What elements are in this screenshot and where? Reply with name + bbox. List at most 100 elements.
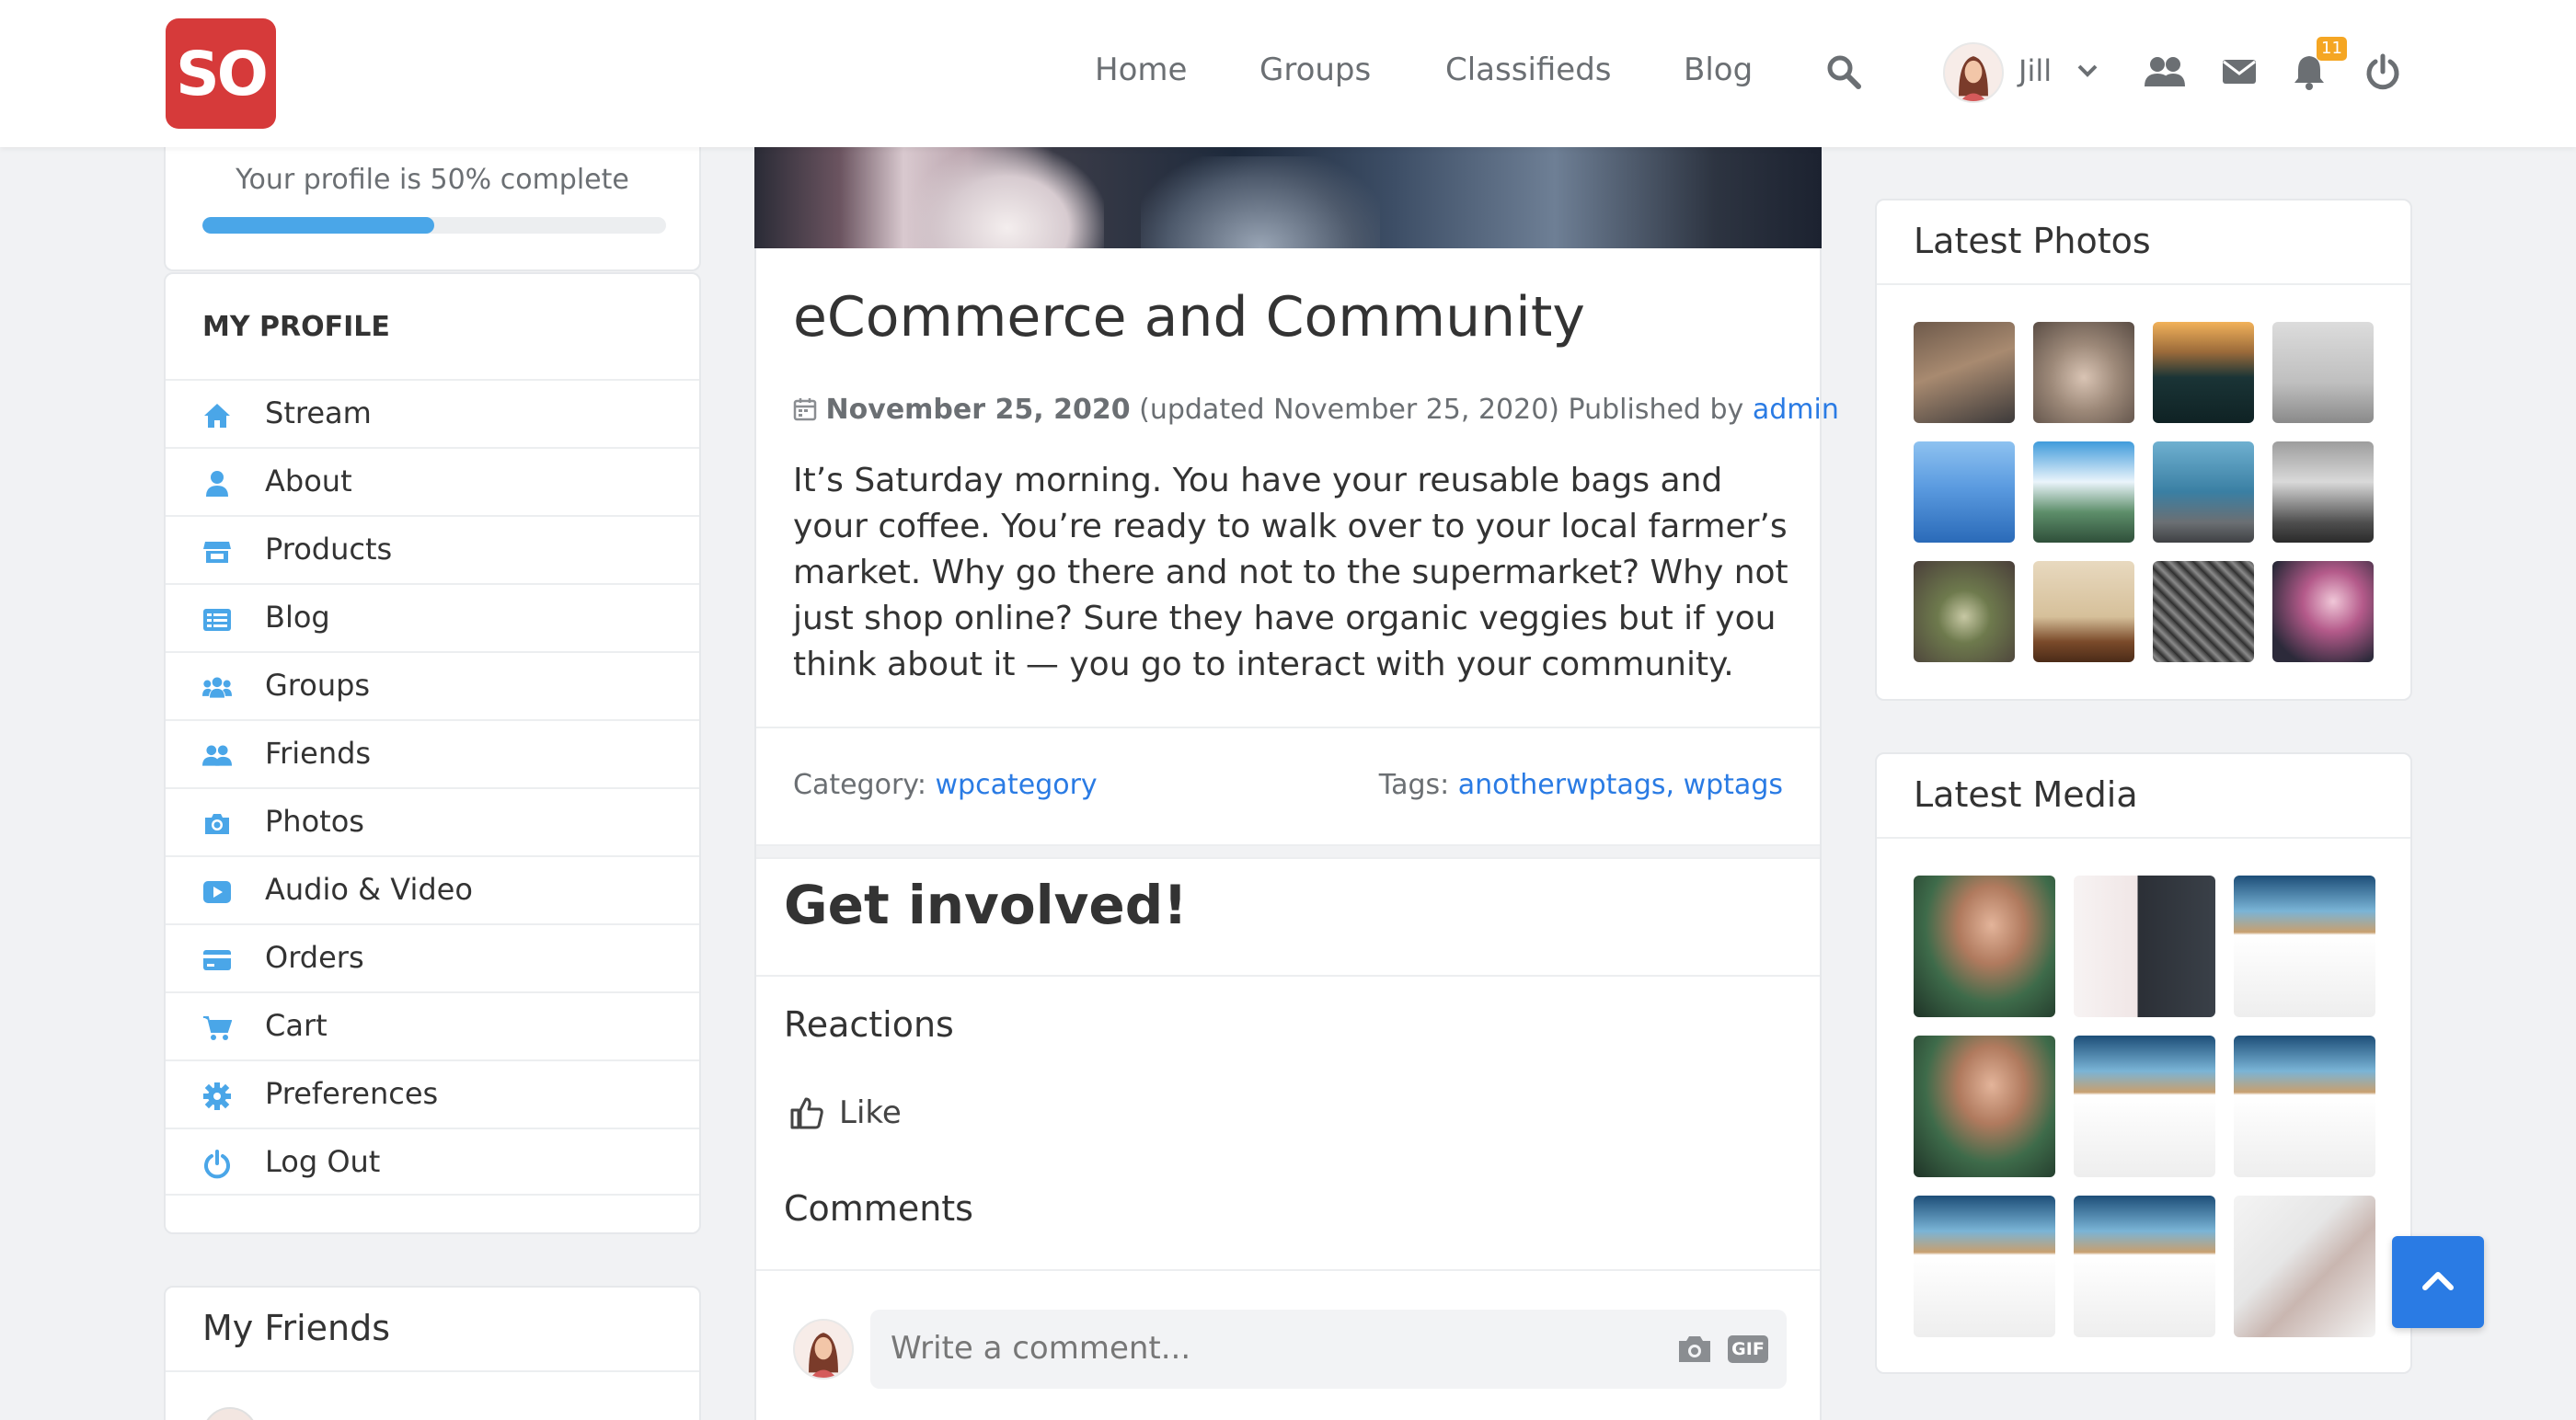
media-thumbnail[interactable] [2074,1036,2215,1177]
hero-image-detail [911,147,1104,248]
menu-item-about[interactable]: About [166,447,699,515]
post-body: It’s Saturday morning. You have your reu… [793,462,1788,683]
menu-label: About [265,464,352,498]
search-icon[interactable] [1825,53,1862,90]
reactions-heading: Reactions [784,1004,954,1045]
friends-icon[interactable] [2144,53,2186,90]
friend-avatar[interactable] [202,1407,258,1420]
media-thumbnail[interactable] [2234,1196,2375,1337]
credit-card-icon [203,950,231,970]
user-name[interactable]: Jill [2018,53,2052,88]
camera-icon[interactable] [1676,1334,1713,1365]
tag-link[interactable]: anotherwptags [1458,769,1666,801]
divider [166,1370,699,1372]
my-friends-title: My Friends [202,1308,391,1348]
latest-media-title: Latest Media [1914,774,2138,815]
post-updated: (updated November 25, 2020) Published by [1139,394,1744,426]
tag-separator: , [1665,769,1675,801]
photo-thumbnail[interactable] [2153,322,2254,423]
gear-icon [203,1082,231,1110]
menu-label: Photos [265,804,364,839]
groups-icon [202,677,232,698]
photo-thumbnail[interactable] [2153,561,2254,662]
photo-thumbnail[interactable] [2272,561,2374,662]
media-thumbnail[interactable] [2234,1036,2375,1177]
profile-progress-fill [202,217,434,234]
menu-title: MY PROFILE [202,311,390,343]
category-label: Category: [793,769,926,801]
menu-label: Audio & Video [265,872,473,907]
get-involved-heading: Get involved! [784,874,1188,936]
media-thumbnail[interactable] [2234,876,2375,1017]
post-tags: Tags: anotherwptags, wptags [1379,769,1783,801]
calendar-icon [793,398,817,421]
user-icon [206,471,228,497]
envelope-icon[interactable] [2221,53,2258,90]
chevron-down-icon[interactable] [2074,57,2101,85]
scroll-to-top-button[interactable] [2392,1236,2484,1328]
divider [756,975,1820,977]
photo-thumbnail[interactable] [1914,561,2015,662]
menu-label: Orders [265,940,364,975]
nav-classifieds[interactable]: Classifieds [1445,52,1612,88]
menu-item-friends[interactable]: Friends [166,719,699,787]
user-avatar[interactable] [1943,42,2004,103]
media-thumbnail[interactable] [1914,1036,2055,1177]
category-link[interactable]: wpcategory [936,769,1098,801]
latest-photos-title: Latest Photos [1914,221,2151,261]
menu-item-audio-video[interactable]: Audio & Video [166,855,699,923]
photo-thumbnail[interactable] [2033,322,2134,423]
divider [756,857,1820,859]
photo-thumbnail[interactable] [2033,441,2134,543]
friends-icon [202,745,232,766]
site-logo[interactable]: SO [166,18,276,129]
menu-item-blog[interactable]: Blog [166,583,699,651]
menu-item-stream[interactable]: Stream [166,379,699,447]
menu-label: Stream [265,395,372,430]
menu-item-log-out[interactable]: Log Out [166,1128,699,1196]
media-thumbnail[interactable] [2074,1196,2215,1337]
nav-blog[interactable]: Blog [1684,52,1753,88]
tags-label: Tags: [1378,769,1450,801]
play-icon [203,881,231,903]
photo-thumbnail[interactable] [2033,561,2134,662]
notification-badge: 11 [2317,37,2347,61]
menu-label: Friends [265,736,372,771]
media-thumbnail[interactable] [1914,876,2055,1017]
menu-item-preferences[interactable]: Preferences [166,1059,699,1128]
chevron-up-icon [2422,1272,2454,1290]
nav-groups[interactable]: Groups [1259,52,1371,88]
comments-heading: Comments [784,1188,973,1229]
like-button[interactable]: Like [789,1094,902,1131]
latest-media-card: Latest Media [1875,752,2412,1374]
logo-text: SO [176,38,269,109]
comment-input[interactable]: Write a comment... GIF [870,1310,1787,1389]
home-icon [204,404,230,428]
tag-link[interactable]: wptags [1684,769,1783,801]
power-icon[interactable] [2364,53,2401,90]
media-thumbnail[interactable] [1914,1196,2055,1337]
post-author-link[interactable]: admin [1753,394,1839,426]
photo-thumbnail[interactable] [2153,441,2254,543]
menu-item-orders[interactable]: Orders [166,923,699,991]
divider [756,1269,1820,1271]
photo-thumbnail[interactable] [2272,441,2374,543]
menu-item-photos[interactable]: Photos [166,787,699,855]
menu-item-products[interactable]: Products [166,515,699,583]
cart-icon [203,1016,232,1040]
divider [756,727,1820,728]
nav-home[interactable]: Home [1095,52,1187,88]
post-category: Category: wpcategory [793,769,1098,801]
photo-thumbnail[interactable] [1914,322,2015,423]
media-thumbnail[interactable] [2074,876,2215,1017]
gif-button[interactable]: GIF [1728,1335,1768,1363]
menu-item-cart[interactable]: Cart [166,991,699,1059]
menu-item-groups[interactable]: Groups [166,651,699,719]
profile-completion-text: Your profile is 50% complete [236,164,629,196]
my-friends-card: My Friends [164,1286,701,1420]
thumbs-up-icon [790,1097,823,1129]
photo-thumbnail[interactable] [1914,441,2015,543]
my-profile-menu: MY PROFILE Stream About Products Blog Gr… [164,272,701,1234]
menu-label: Groups [265,668,371,703]
photo-thumbnail[interactable] [2272,322,2374,423]
